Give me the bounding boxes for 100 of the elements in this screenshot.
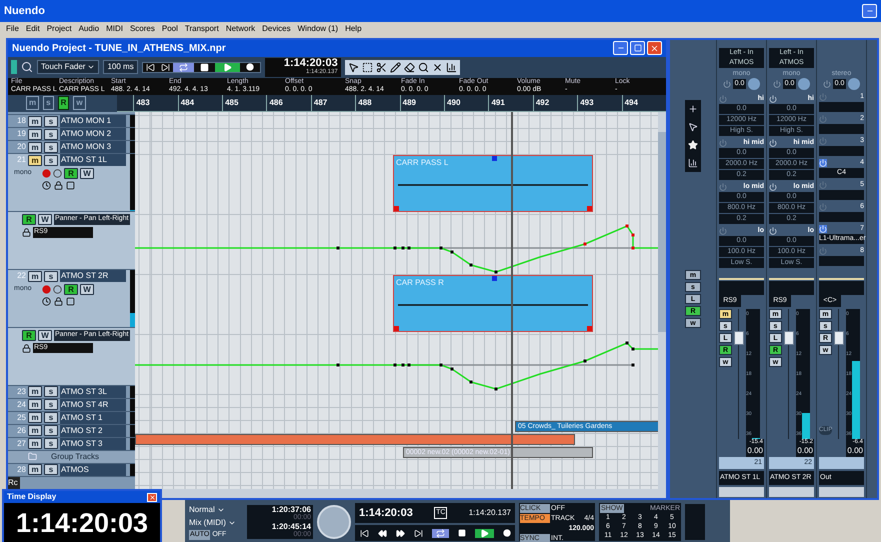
mute-button[interactable]: m — [28, 128, 42, 140]
solo-button[interactable]: s — [44, 270, 58, 282]
minimize-button[interactable] — [862, 4, 877, 18]
solo-button[interactable]: s — [44, 386, 58, 398]
menu-item[interactable]: File — [6, 23, 19, 35]
gain-knob[interactable] — [798, 78, 810, 90]
solo-button[interactable]: s — [44, 425, 58, 436]
inspector-icon[interactable] — [21, 61, 33, 74]
phase-icon[interactable] — [822, 80, 831, 88]
lock-icon[interactable] — [22, 228, 31, 237]
left-locator[interactable]: 1:20:37:06 — [272, 505, 311, 514]
solo-button[interactable]: s — [44, 142, 58, 153]
monitor-icon[interactable] — [53, 285, 62, 294]
pointer-icon[interactable] — [688, 122, 698, 132]
track-header[interactable]: 23 m s ATMO ST 3L — [8, 386, 135, 399]
mute-button[interactable]: m — [28, 399, 42, 410]
lane-icon[interactable] — [66, 297, 75, 306]
mute-tool-icon[interactable] — [432, 62, 443, 73]
stop-button[interactable] — [458, 529, 466, 537]
mute-button[interactable]: m — [28, 464, 42, 476]
mute-button[interactable]: m — [28, 438, 42, 450]
insert-field[interactable] — [819, 146, 864, 156]
track-name[interactable]: ATMO ST 3L — [60, 386, 126, 398]
track-header[interactable]: 20 m s ATMO MON 3 — [8, 141, 135, 154]
lock-icon[interactable] — [54, 181, 63, 190]
range-tool-icon[interactable] — [362, 62, 373, 73]
track-name[interactable]: ATMO ST 2 — [60, 424, 126, 437]
mute-button[interactable]: m — [28, 142, 42, 153]
mode-dropdown[interactable]: Normal — [189, 504, 243, 516]
track-name[interactable]: ATMO MON 3 — [60, 141, 126, 154]
solo-button[interactable]: s — [44, 399, 58, 410]
track-header[interactable]: 25 m s ATMO ST 1 — [8, 412, 135, 425]
strip-scrollbar[interactable] — [819, 487, 864, 497]
global-toggle-button[interactable]: R — [58, 96, 70, 110]
handle-icon[interactable] — [587, 206, 592, 211]
write-button[interactable]: W — [80, 168, 94, 180]
insert-field[interactable] — [819, 124, 864, 134]
gain-knob[interactable] — [748, 78, 760, 90]
phase-icon[interactable] — [772, 80, 781, 88]
solo-button[interactable]: s — [44, 116, 58, 127]
record-button[interactable] — [502, 529, 510, 537]
monitor-icon[interactable] — [53, 169, 62, 178]
menu-item[interactable]: Window (1) — [298, 23, 338, 35]
handle-icon[interactable] — [394, 206, 399, 211]
handle-icon[interactable] — [394, 326, 399, 331]
zoom-tool-icon[interactable] — [418, 62, 429, 73]
fader-track[interactable] — [734, 309, 744, 439]
menu-item[interactable]: Scores — [130, 23, 155, 35]
insert-field[interactable] — [819, 212, 864, 222]
handle-icon[interactable] — [587, 326, 592, 331]
track-header[interactable]: 24 m s ATMO ST 4R — [8, 398, 135, 412]
cycle-button[interactable] — [172, 62, 194, 72]
track-name[interactable]: ATMO ST 4R — [60, 398, 126, 411]
pointer-tool-icon[interactable] — [348, 62, 359, 73]
mute-button[interactable]: m — [28, 154, 42, 166]
lane-icon[interactable] — [66, 181, 75, 190]
play-button[interactable] — [474, 528, 494, 538]
insert-field[interactable] — [819, 256, 864, 266]
fader-thumb[interactable] — [834, 330, 844, 345]
menu-item[interactable]: Network — [226, 23, 256, 35]
menu-item[interactable]: Audio — [78, 23, 100, 35]
track-header[interactable]: 26 m s ATMO ST 2 — [8, 424, 135, 438]
forward-button[interactable] — [396, 528, 404, 538]
cycle-button[interactable] — [432, 528, 448, 538]
handle-icon[interactable] — [492, 156, 497, 161]
maximize-button[interactable] — [630, 41, 645, 56]
lock-icon[interactable] — [54, 297, 63, 306]
record-mode-dropdown[interactable]: Mix (MIDI) — [189, 516, 243, 529]
track-header[interactable]: 28 m s ATMOS — [8, 464, 135, 477]
read-button[interactable]: R — [64, 284, 78, 296]
global-toggle-button[interactable]: m — [26, 96, 40, 110]
read-button[interactable]: R — [22, 214, 36, 226]
strip-scrollbar[interactable] — [719, 487, 764, 497]
audio-event[interactable] — [135, 434, 575, 445]
close-button[interactable] — [147, 492, 157, 502]
scrollbar-thumb[interactable] — [658, 132, 666, 332]
gain-knob[interactable] — [848, 78, 860, 90]
read-button[interactable]: R — [64, 168, 78, 180]
write-button[interactable]: W — [38, 330, 52, 341]
solo-button[interactable]: s — [44, 464, 58, 476]
insert-field[interactable] — [819, 190, 864, 200]
menu-item[interactable]: Pool — [162, 23, 178, 35]
mute-button[interactable]: m — [28, 386, 42, 398]
fader-thumb[interactable] — [734, 330, 744, 345]
solo-button[interactable]: s — [44, 412, 58, 424]
mute-button[interactable]: m — [28, 412, 42, 424]
menu-item[interactable]: MIDI — [106, 23, 123, 35]
rewind-button[interactable] — [378, 528, 386, 538]
plus-icon[interactable] — [688, 104, 698, 114]
scissors-tool-icon[interactable] — [376, 62, 387, 73]
track-header[interactable]: 18 m s ATMO MON 1 — [8, 115, 135, 128]
ruler[interactable]: 483 484 485 486 487 488 489 490 491 492 493 494 — [117, 94, 666, 112]
lock-icon[interactable] — [22, 344, 31, 352]
clock-icon[interactable] — [42, 181, 51, 190]
folder-track[interactable]: Group Tracks — [8, 450, 135, 464]
eraser-tool-icon[interactable] — [404, 62, 415, 73]
minimize-button[interactable] — [613, 41, 628, 56]
track-name[interactable]: ATMO ST 1L — [60, 154, 126, 166]
pencil-tool-icon[interactable] — [390, 62, 401, 73]
star-icon[interactable] — [688, 140, 698, 150]
